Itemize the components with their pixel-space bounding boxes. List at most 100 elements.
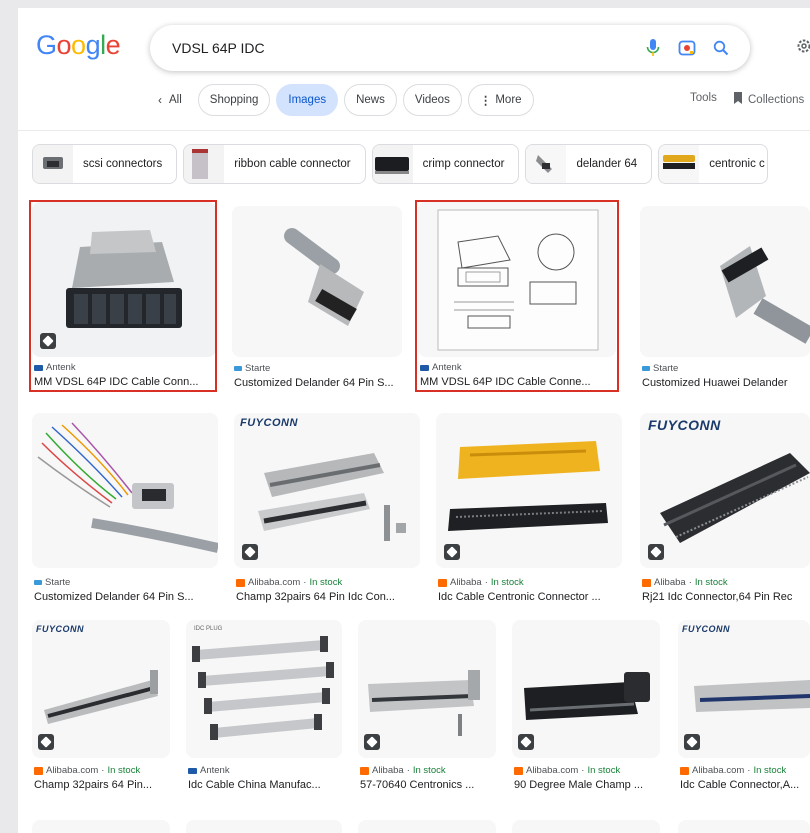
result-thumbnail[interactable]	[186, 820, 342, 833]
image-result[interactable]: Starte Customized Huawei Delander	[640, 206, 810, 392]
result-thumbnail[interactable]	[358, 820, 496, 833]
result-title[interactable]: Idc Cable Connector,A...	[680, 779, 810, 791]
logo-letter: o	[71, 30, 86, 60]
result-thumbnail[interactable]	[512, 620, 660, 758]
result-source[interactable]: Starte	[642, 363, 678, 374]
chip-scsi-connectors[interactable]: scsi connectors	[32, 144, 178, 184]
highlight-box	[29, 200, 217, 392]
result-title[interactable]: Rj21 Idc Connector,64 Pin Rec	[642, 591, 810, 603]
result-title[interactable]: 57-70640 Centronics ...	[360, 779, 496, 791]
image-result[interactable]: FUYCONN Alibaba.com · In stock Champ 32p…	[32, 620, 170, 806]
result-title[interactable]: Champ 32pairs 64 Pin Idc Con...	[236, 591, 420, 603]
result-title[interactable]: Customized Delander 64 Pin S...	[234, 377, 402, 389]
result-title[interactable]: Customized Delander 64 Pin S...	[34, 591, 218, 603]
camera-lens-icon[interactable]	[670, 31, 704, 65]
result-title[interactable]: Idc Cable Centronic Connector ...	[438, 591, 622, 603]
product-badge-icon	[648, 544, 664, 560]
separator: ·	[484, 577, 488, 588]
result-thumbnail[interactable]: FUYCONN	[234, 413, 420, 568]
result-source[interactable]: Alibaba.com · In stock	[34, 765, 140, 776]
result-thumbnail[interactable]	[32, 413, 218, 568]
image-result[interactable]: Starte Customized Delander 64 Pin S...	[232, 206, 402, 392]
header-divider	[18, 130, 810, 131]
result-source[interactable]: Antenk	[188, 765, 230, 776]
chip-thumbnail	[659, 145, 700, 183]
starte-favicon-icon	[34, 580, 42, 585]
image-result[interactable]: Alibaba.com · In stock 90 Degree Male Ch…	[512, 620, 660, 806]
result-source[interactable]: Alibaba.com · In stock	[236, 577, 342, 588]
result-source[interactable]: Alibaba.com · In stock	[514, 765, 620, 776]
result-source[interactable]: Alibaba · In stock	[360, 765, 446, 776]
result-source[interactable]: Alibaba · In stock	[642, 577, 728, 588]
result-thumbnail[interactable]	[640, 206, 810, 357]
image-result[interactable]: IDC PLUG Antenk Idc Cable China Manufac.…	[186, 620, 342, 806]
result-thumbnail[interactable]	[32, 820, 170, 833]
result-thumbnail[interactable]: FUYCONN	[640, 413, 810, 568]
highlight-box	[415, 200, 619, 392]
image-result[interactable]: Starte Customized Delander 64 Pin S...	[32, 413, 218, 613]
connector-image	[524, 672, 650, 720]
logo-letter: o	[56, 30, 72, 60]
alibaba-favicon-icon	[680, 766, 689, 775]
chip-thumbnail	[33, 145, 73, 183]
result-title[interactable]: Customized Huawei Delander	[642, 377, 810, 389]
image-result[interactable]: FUYCONN Alibaba · In stock Rj21 Idc Conn…	[640, 413, 810, 613]
product-badge-icon	[684, 734, 700, 750]
bookmark-icon	[733, 92, 743, 107]
search-input[interactable]: VDSL 64P IDC	[172, 40, 636, 56]
result-thumbnail[interactable]	[436, 413, 622, 568]
result-title[interactable]: Idc Cable China Manufac...	[188, 779, 342, 791]
result-thumbnail[interactable]: IDC PLUG	[186, 620, 342, 758]
tab-videos[interactable]: Videos	[402, 84, 462, 116]
in-stock-label: In stock	[753, 765, 787, 776]
in-stock-label: In stock	[412, 765, 446, 776]
chip-crimp-connector[interactable]: crimp connector	[371, 144, 520, 184]
tab-images[interactable]: Images	[276, 84, 339, 116]
chip-label: scsi connectors	[83, 158, 163, 170]
mic-icon[interactable]	[636, 31, 670, 65]
gear-icon[interactable]	[796, 38, 810, 59]
antenk-favicon-icon	[188, 767, 197, 774]
result-thumbnail[interactable]	[512, 820, 660, 833]
tab-more[interactable]: ⋮ More	[467, 84, 534, 116]
collections-button[interactable]: Collections	[733, 92, 804, 107]
tab-news[interactable]: News	[344, 84, 397, 116]
image-result[interactable]: Alibaba · In stock Idc Cable Centronic C…	[436, 413, 622, 613]
image-result[interactable]: Alibaba · In stock 57-70640 Centronics .…	[358, 620, 496, 806]
tools-button[interactable]: Tools	[690, 92, 717, 104]
result-source[interactable]: Starte	[34, 577, 70, 588]
result-thumbnail[interactable]	[358, 620, 496, 758]
chip-ribbon-cable-connector[interactable]: ribbon cable connector	[183, 144, 366, 184]
logo-letter: G	[36, 30, 57, 60]
separator: ·	[688, 577, 692, 588]
result-source[interactable]: Alibaba.com · In stock	[680, 765, 786, 776]
result-title[interactable]: Champ 32pairs 64 Pin...	[34, 779, 170, 791]
document-header-text: IDC PLUG	[194, 626, 223, 632]
source-name: Alibaba	[372, 765, 404, 776]
result-title[interactable]: 90 Degree Male Champ ...	[514, 779, 660, 791]
connector-image	[448, 441, 608, 531]
chip-label: centronic c	[709, 158, 765, 170]
tab-images-label: Images	[288, 94, 327, 106]
in-stock-label: In stock	[694, 577, 728, 588]
image-result[interactable]: FUYCONN Alibaba.com · In stock Champ 32p…	[234, 413, 420, 613]
chip-centronic[interactable]: centronic c	[658, 144, 769, 184]
chip-label: delander 64	[576, 158, 638, 170]
in-stock-label: In stock	[490, 577, 524, 588]
search-box[interactable]: VDSL 64P IDC	[150, 25, 750, 71]
chip-label: ribbon cable connector	[234, 158, 351, 170]
image-result[interactable]: FUYCONN Alibaba.com · In stock Idc Cable…	[678, 620, 810, 806]
search-icon[interactable]	[704, 31, 738, 65]
result-thumbnail[interactable]: FUYCONN	[32, 620, 170, 758]
result-source[interactable]: Starte	[234, 363, 270, 374]
result-source[interactable]: Alibaba · In stock	[438, 577, 524, 588]
tab-shopping[interactable]: Shopping	[197, 84, 271, 116]
starte-favicon-icon	[642, 366, 650, 371]
result-thumbnail[interactable]	[232, 206, 402, 357]
result-thumbnail[interactable]	[678, 820, 810, 833]
result-thumbnail[interactable]: FUYCONN	[678, 620, 810, 758]
google-logo[interactable]: Google	[36, 30, 121, 61]
separator: ·	[303, 577, 307, 588]
tab-all[interactable]: ‹ All	[158, 84, 192, 116]
chip-delander-64[interactable]: delander 64	[525, 144, 653, 184]
